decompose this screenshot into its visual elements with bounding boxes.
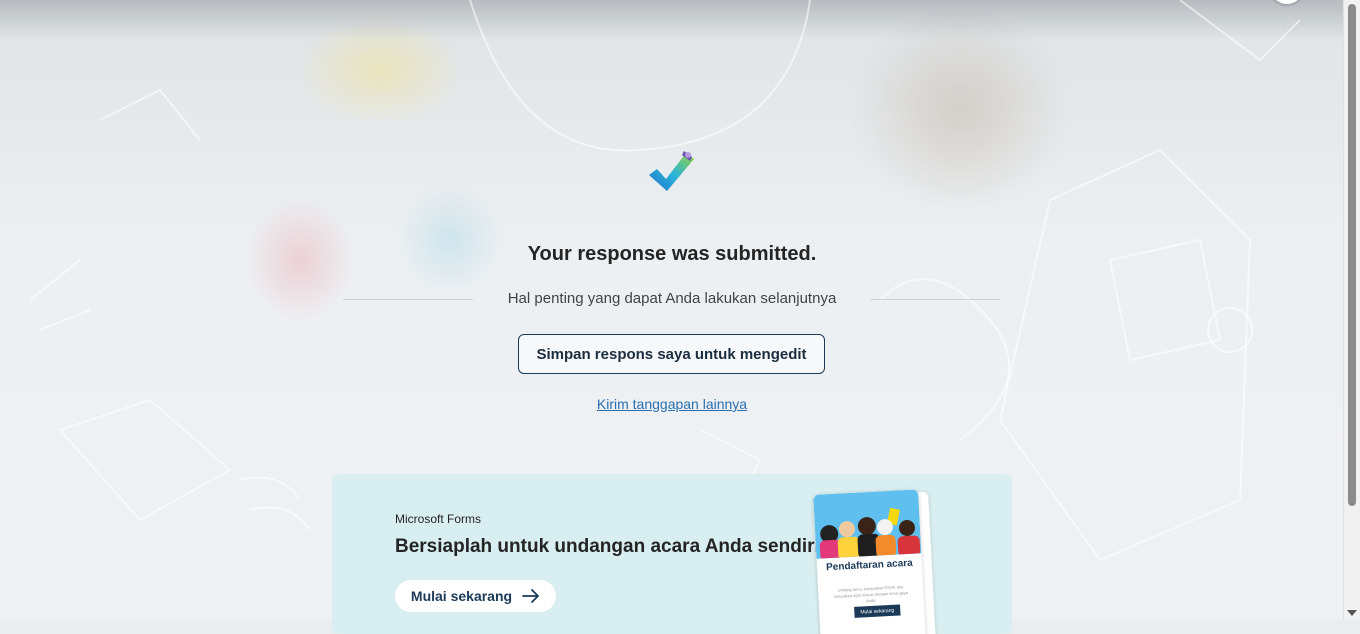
start-now-label[interactable]: Mulai sekarang	[411, 588, 512, 604]
submit-another-response-link[interactable]: Kirim tanggapan lainnya	[0, 396, 1344, 412]
submit-another-response-label[interactable]: Kirim tanggapan lainnya	[597, 396, 747, 412]
arrow-right-icon	[522, 589, 539, 603]
start-now-button[interactable]: Mulai sekarang	[395, 580, 556, 612]
save-response-button[interactable]: Simpan respons saya untuk mengedit	[518, 334, 825, 374]
card-start-button: Mulai sekarang	[854, 604, 901, 618]
promo-card: Pendaftaran acara Undang tamu, kumpulkan…	[813, 489, 926, 634]
checkmark-icon	[649, 151, 694, 191]
promo-banner: Microsoft Forms Bersiaplah untuk undanga…	[332, 474, 1012, 634]
promo-brand: Microsoft Forms	[395, 512, 482, 526]
scrollbar-thumb[interactable]	[1348, 4, 1356, 506]
card-title: Pendaftaran acara	[825, 557, 914, 574]
next-steps-label: Hal penting yang dapat Anda lakukan sela…	[507, 290, 837, 307]
people-illustration	[813, 489, 922, 561]
promo-title: Bersiaplah untuk undangan acara Anda sen…	[395, 536, 827, 557]
card-description: Undang tamu, kumpulkan RSVP, dan sesuaik…	[833, 584, 909, 604]
divider-right	[870, 299, 1000, 300]
scroll-down-arrow-icon[interactable]	[1347, 610, 1357, 616]
scrollbar[interactable]	[1343, 0, 1360, 620]
submission-title: Your response was submitted.	[527, 243, 817, 265]
